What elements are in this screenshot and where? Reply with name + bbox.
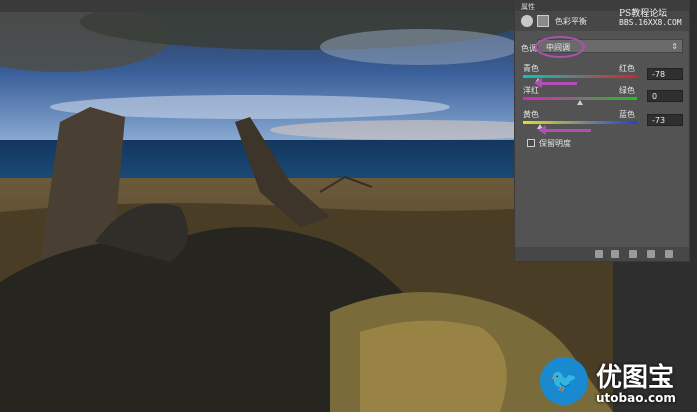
screenshot: 属性 色彩平衡 PS教程论坛 BBS.16XX8.COM 色调: 中间调 ⇕ 青… (0, 0, 697, 412)
view-previous-icon[interactable] (611, 250, 619, 258)
yellow-label: 黄色 (523, 110, 539, 119)
annotation-arrow (538, 125, 591, 135)
clip-to-layer-icon[interactable] (595, 250, 603, 258)
layer-mask-icon[interactable] (537, 15, 549, 27)
panel-footer (515, 247, 689, 261)
magenta-green-value-field[interactable]: 0 (647, 90, 683, 102)
yellow-blue-value-field[interactable]: -73 (647, 114, 683, 126)
watermark-url: BBS.16XX8.COM (619, 18, 682, 27)
visibility-icon[interactable] (647, 250, 655, 258)
logo-name: 优图宝 (596, 363, 675, 393)
yellow-blue-value: -73 (652, 116, 666, 125)
cyan-red-value-field[interactable]: -78 (647, 68, 683, 80)
red-label: 红色 (619, 64, 635, 73)
magenta-label: 洋红 (523, 86, 539, 95)
bird-icon: 🐦 (550, 369, 578, 394)
preserve-luminosity-label: 保留明度 (539, 139, 571, 148)
magenta-green-thumb[interactable] (577, 100, 583, 105)
logo-url: utobao.com (596, 391, 676, 405)
trash-icon[interactable] (665, 250, 673, 258)
preserve-luminosity-checkbox[interactable] (527, 139, 535, 147)
cyan-red-value: -78 (652, 70, 666, 79)
cyan-label: 青色 (523, 64, 539, 73)
color-balance-icon (521, 15, 533, 27)
annotation-arrow (534, 78, 577, 88)
green-label: 绿色 (619, 86, 635, 95)
annotation-circle (535, 36, 585, 58)
site-logo: 🐦 优图宝 utobao.com (540, 355, 690, 407)
blue-label: 蓝色 (619, 110, 635, 119)
dropdown-arrow-icon: ⇕ (671, 42, 678, 51)
magenta-green-value: 0 (652, 92, 658, 101)
properties-panel: 属性 色彩平衡 PS教程论坛 BBS.16XX8.COM 色调: 中间调 ⇕ 青… (514, 0, 690, 262)
reset-icon[interactable] (629, 250, 637, 258)
panel-title: 色彩平衡 (555, 17, 587, 26)
